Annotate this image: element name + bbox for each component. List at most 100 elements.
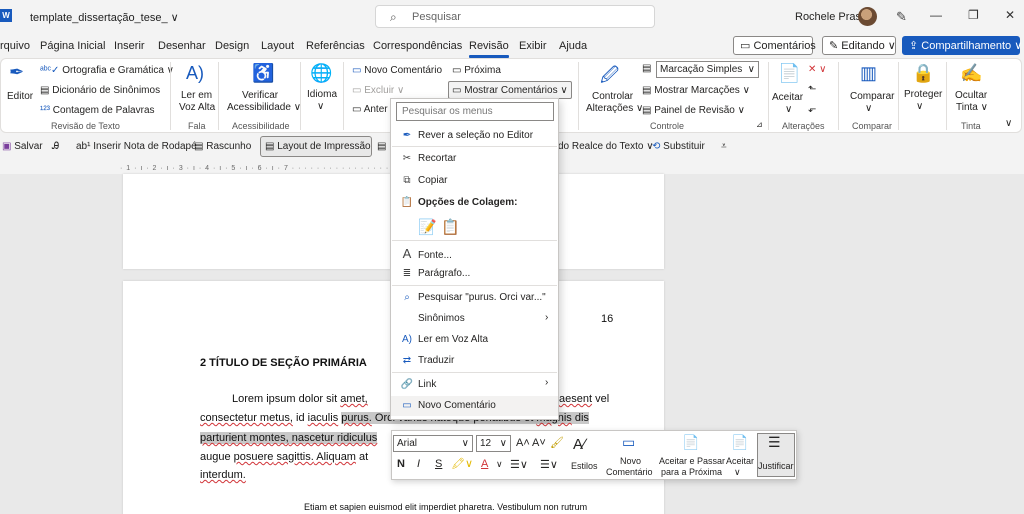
new-comment-button[interactable]: ▭ Novo Comentário (352, 65, 442, 76)
read-aloud-line2[interactable]: Voz Alta (179, 102, 215, 113)
minimize-icon[interactable]: — (930, 8, 942, 22)
tab-pagina-inicial[interactable]: Página Inicial (40, 40, 105, 52)
tab-correspondencias[interactable]: Correspondências (373, 40, 462, 52)
paste-keep-formatting-icon[interactable]: 📝 (418, 218, 437, 236)
styles-icon[interactable]: A∕ (573, 436, 586, 453)
compare-caret[interactable]: ∨ (865, 103, 872, 114)
font-color-icon[interactable]: A (481, 458, 488, 470)
accept-caret[interactable]: ∨ (785, 104, 792, 115)
show-markup-button[interactable]: ▤ Mostrar Marcações ∨ (642, 85, 750, 96)
track-changes-line2[interactable]: Alterações ∨ (586, 103, 643, 114)
protect-caret[interactable]: ∨ (916, 101, 923, 112)
replace-button[interactable]: ⟲ Substituir (652, 141, 705, 152)
numbering-icon[interactable]: ☰∨ (540, 458, 558, 471)
menu-item-cut[interactable]: ✂ Recortar (400, 153, 457, 164)
accept-button-mini[interactable]: Aceitar (726, 456, 754, 466)
markup-select[interactable]: Marcação Simples ∨ (656, 61, 759, 78)
font-color-caret[interactable]: ∨ (496, 459, 503, 470)
menu-item-translate[interactable]: ⇄ Traduzir (400, 355, 455, 366)
bullets-icon[interactable]: ☰∨ (510, 458, 528, 471)
word-app-icon[interactable]: W (0, 9, 12, 22)
footnote-button[interactable]: ab¹ Inserir Nota de Rodapé (76, 141, 197, 152)
avatar[interactable] (858, 7, 877, 26)
grow-font-icon[interactable]: A˄ (516, 437, 530, 449)
wordcount-button[interactable]: ¹²³ Contagem de Palavras (40, 105, 155, 116)
menu-search-input[interactable]: Pesquisar os menus (396, 102, 554, 121)
accept-button[interactable]: Aceitar (772, 92, 803, 103)
hide-ink-line1[interactable]: Ocultar (955, 90, 987, 101)
highlighter-icon[interactable]: 🖍∨ (451, 457, 473, 470)
editor-button[interactable]: Editor (7, 91, 33, 102)
read-aloud-line1[interactable]: Ler em (181, 90, 212, 101)
review-pane-button[interactable]: ▤ Painel de Revisão ∨ (642, 105, 745, 116)
next-comment-button[interactable]: ▭ Próxima (452, 65, 501, 76)
reject-icon[interactable]: ✕ ∨ (808, 64, 826, 75)
format-painter-icon[interactable]: 🖌 (550, 436, 564, 449)
menu-item-copy[interactable]: ⧉ Copiar (400, 175, 447, 186)
menu-item-new-comment[interactable]: ▭ Novo Comentário (400, 400, 496, 411)
web-layout-icon[interactable]: ▤ (377, 141, 386, 152)
check-access-line1[interactable]: Verificar (242, 90, 278, 101)
customize-qat-icon[interactable]: ⩡ (721, 141, 727, 152)
restore-icon[interactable]: ❐ (968, 8, 979, 22)
styles-button[interactable]: Estilos (571, 461, 598, 471)
compare-button[interactable]: Comparar (850, 91, 894, 102)
tab-inserir[interactable]: Inserir (114, 40, 145, 52)
italic-icon[interactable]: I (417, 458, 420, 470)
accept-caret-mini[interactable]: ∨ (734, 467, 741, 478)
tab-layout[interactable]: Layout (261, 40, 294, 52)
previous-change-icon[interactable]: ⬑ (808, 84, 816, 95)
show-comments-button[interactable]: ▭ Mostrar Comentários ∨ (448, 81, 572, 99)
hide-ink-line2[interactable]: Tinta ∨ (956, 102, 988, 113)
protect-button[interactable]: Proteger (904, 89, 942, 100)
accept-next-line1[interactable]: Aceitar e Passar (659, 456, 725, 466)
check-access-line2[interactable]: Acessibilidade ∨ (227, 102, 301, 113)
accept-next-line2[interactable]: para a Próxima (661, 467, 722, 477)
tab-revisao[interactable]: Revisão (469, 40, 509, 58)
language-caret[interactable]: ∨ (317, 101, 324, 112)
highlight-button[interactable]: do Realce do Texto ∨ (558, 141, 654, 152)
paste-text-only-icon[interactable]: 📋 (441, 218, 460, 236)
tab-exibir[interactable]: Exibir (519, 40, 547, 52)
markup-icon: ▤ (642, 63, 652, 74)
underline-icon[interactable]: S (435, 458, 442, 470)
track-changes-line1[interactable]: Controlar (592, 91, 633, 102)
draft-button[interactable]: ▤ Rascunho (194, 141, 251, 152)
comments-button[interactable]: ▭ Comentários (733, 36, 816, 55)
menu-item-synonyms[interactable]: Sinônimos (400, 313, 465, 324)
thesaurus-button[interactable]: ▤ Dicionário de Sinônimos (40, 85, 160, 96)
shrink-font-icon[interactable]: A˅ (532, 437, 546, 449)
delete-comment-button[interactable]: ▭ Excluir ∨ (352, 85, 404, 96)
tab-referencias[interactable]: Referências (306, 40, 365, 52)
font-size-select[interactable]: 12 ∨ (476, 435, 511, 452)
new-comment-button-line2[interactable]: Comentário (606, 467, 653, 477)
previous-comment-button[interactable]: ▭ Anter (352, 104, 388, 115)
menu-item-font[interactable]: A Fonte... (400, 246, 452, 261)
user-name[interactable]: Rochele Prass (795, 11, 867, 23)
new-comment-button-line1[interactable]: Novo (620, 456, 641, 466)
next-change-icon[interactable]: ⬐ (808, 104, 816, 115)
menu-item-review-editor[interactable]: ✒ Rever a seleção no Editor (400, 130, 533, 141)
tab-design[interactable]: Design (215, 40, 249, 52)
menu-item-read-aloud[interactable]: A) Ler em Voz Alta (400, 334, 488, 345)
tab-arquivo[interactable]: rquivo (0, 40, 30, 52)
bold-icon[interactable]: N (397, 458, 405, 470)
menu-item-search[interactable]: ⌕ Pesquisar "purus. Orci var..." (400, 292, 546, 303)
document-title[interactable]: template_dissertação_tese_ ∨ (30, 11, 179, 24)
language-button[interactable]: Idioma (307, 89, 337, 100)
close-icon[interactable]: ✕ (1005, 8, 1015, 22)
font-name-select[interactable]: Arial ∨ (393, 435, 473, 452)
collapse-ribbon-icon[interactable]: ∨ (1005, 118, 1012, 129)
menu-item-paragraph[interactable]: ≣ Parágrafo... (400, 268, 470, 279)
spelling-button[interactable]: ᵃᵇᶜ✓ Ortografia e Gramática ∨ (40, 65, 174, 76)
search-input[interactable]: ⌕ Pesquisar (375, 5, 655, 28)
spell-check-icon[interactable]: Ꭿ (52, 141, 59, 152)
pen-icon[interactable]: ✎ (896, 9, 907, 25)
dialog-launcher-icon[interactable]: ⊿ (756, 120, 763, 129)
menu-item-link[interactable]: 🔗 Link (400, 379, 437, 390)
tab-ajuda[interactable]: Ajuda (559, 40, 587, 52)
save-button[interactable]: ▣ Salvar (2, 141, 43, 152)
tab-desenhar[interactable]: Desenhar (158, 40, 206, 52)
editing-button[interactable]: ✎ Editando ∨ (822, 36, 896, 55)
share-button[interactable]: ⇪ Compartilhamento ∨ (902, 36, 1022, 55)
